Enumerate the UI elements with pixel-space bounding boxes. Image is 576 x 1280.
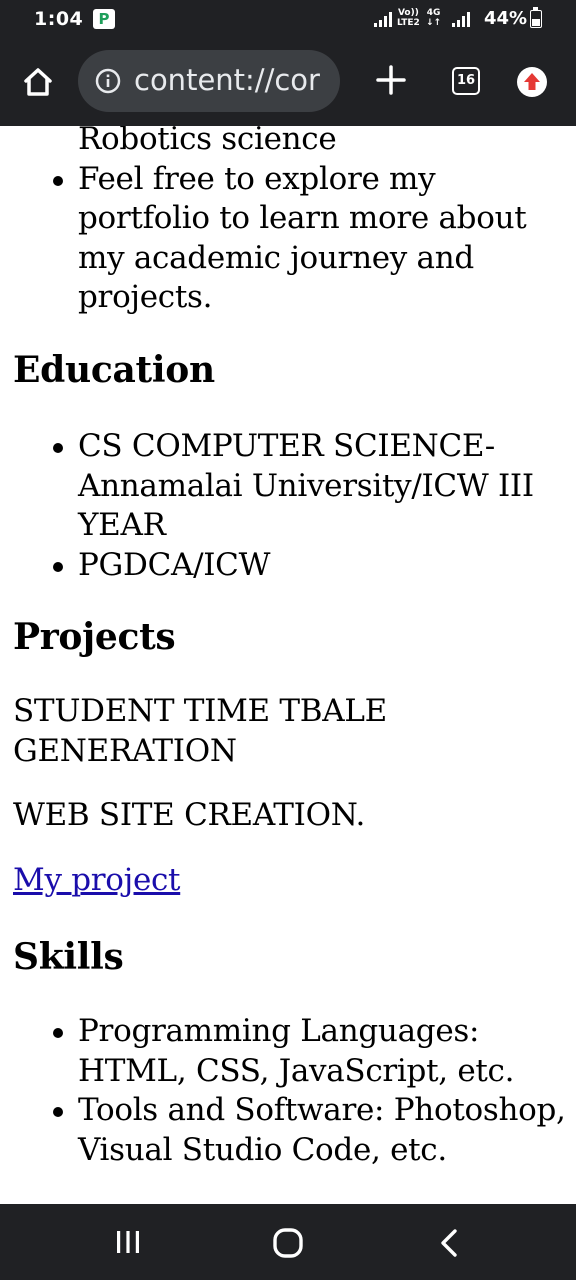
status-time: 1:04 [34,8,84,30]
info-icon[interactable] [95,68,121,94]
network-4g-label: 4G [426,8,441,18]
payment-app-icon: P [93,9,115,29]
home-circle-icon[interactable] [268,1226,308,1260]
data-arrows-icon: ↓↑ [426,18,442,28]
project-item: WEB SITE CREATION. [13,797,366,833]
status-bar: 1:04 P Vo)) LTE2 4G ↓↑ 44% [0,0,576,38]
volte-label: Vo)) [397,8,419,18]
signal-strength-icon [374,11,394,27]
back-chevron-icon[interactable] [434,1226,464,1260]
list-item: Tools and Software: Photoshop, Visual St… [0,1091,576,1170]
list-item: CS COMPUTER SCIENCE-Annamalai University… [0,427,576,546]
education-heading: Education [13,349,215,391]
web-page-content: Robotics science Feel free to explore my… [0,126,576,1204]
battery-icon [530,7,542,28]
plus-icon[interactable] [372,60,410,100]
list-item: Robotics science [78,126,337,157]
signal-strength-icon [452,11,472,27]
list-item: PGDCA/ICW [0,546,576,586]
project-item: STUDENT TIME TBALE GENERATION [13,693,387,769]
network-type-indicator: 4G ↓↑ [426,8,441,28]
skills-heading: Skills [13,936,124,978]
skills-list: Programming Languages: HTML, CSS, JavaSc… [0,1012,576,1170]
volte-indicator: Vo)) LTE2 [397,8,420,28]
recents-icon[interactable] [108,1226,148,1258]
browser-toolbar: content://cor 16 [0,38,576,126]
lte-label: LTE2 [397,18,420,28]
navigation-bar [0,1204,576,1280]
list-item: Programming Languages: HTML, CSS, JavaSc… [0,1012,576,1091]
intro-list: Robotics science Feel free to explore my… [0,126,576,318]
battery-percentage: 44% [484,8,528,29]
url-bar[interactable]: content://cor [78,50,340,112]
tab-count-button[interactable]: 16 [452,67,480,95]
update-arrow-icon[interactable] [517,67,547,97]
home-icon[interactable] [18,62,58,102]
url-text[interactable]: content://cor [134,63,320,97]
phone-screen: 1:04 P Vo)) LTE2 4G ↓↑ 44% content://cor [0,0,576,1280]
list-item: Feel free to explore my portfolio to lea… [0,160,576,318]
my-project-link[interactable]: My project [13,861,181,901]
projects-heading: Projects [13,616,176,658]
education-list: CS COMPUTER SCIENCE-Annamalai University… [0,427,576,585]
